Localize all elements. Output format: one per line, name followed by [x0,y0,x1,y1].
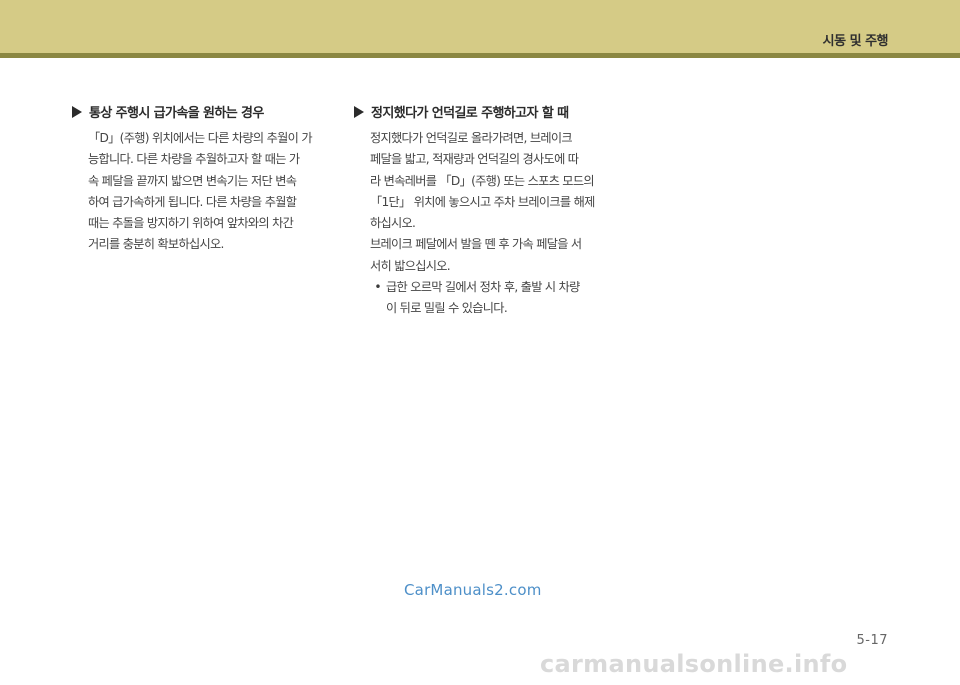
triangle-bullet-icon [72,105,82,118]
right-body-2: 브레이크 페달에서 발을 뗀 후 가속 페달을 서 서히 밟으십시오. [370,237,582,273]
bullet-dot-icon: • [374,280,382,295]
right-body-1: 정지했다가 언덕길로 올라가려면, 브레이크 페달을 밟고, 적재량과 언덕길의… [370,131,595,231]
left-heading: 통상 주행시 급가속을 원하는 경우 [72,102,340,121]
right-heading-text: 정지했다가 언덕길로 주행하고자 할 때 [371,106,569,121]
triangle-bullet-icon [354,105,364,118]
header-band [0,0,960,53]
page-number: 5-17 [856,633,888,648]
right-bullet-text: 급한 오르막 길에서 정차 후, 출발 시 차량 이 뒤로 밀릴 수 있습니다. [386,280,580,316]
left-body: 「D」(주행) 위치에서는 다른 차량의 추월이 가 능합니다. 다른 차량을 … [88,131,313,252]
right-bullet-item: • 급한 오르막 길에서 정차 후, 출발 시 차량 이 뒤로 밀릴 수 있습니… [370,277,616,320]
footer-watermark: carmanualsonline.info [540,650,848,678]
left-column: 통상 주행시 급가속을 원하는 경우 「D」(주행) 위치에서는 다른 차량의 … [72,102,340,256]
section-title: 시동 및 주행 [822,34,889,49]
right-column: 정지했다가 언덕길로 주행하고자 할 때 정지했다가 언덕길로 올라가려면, 브… [354,102,616,320]
header-rule [0,53,960,58]
carmanuals-watermark[interactable]: CarManuals2.com [404,581,542,599]
right-heading: 정지했다가 언덕길로 주행하고자 할 때 [354,102,616,121]
left-heading-text: 통상 주행시 급가속을 원하는 경우 [89,106,264,121]
